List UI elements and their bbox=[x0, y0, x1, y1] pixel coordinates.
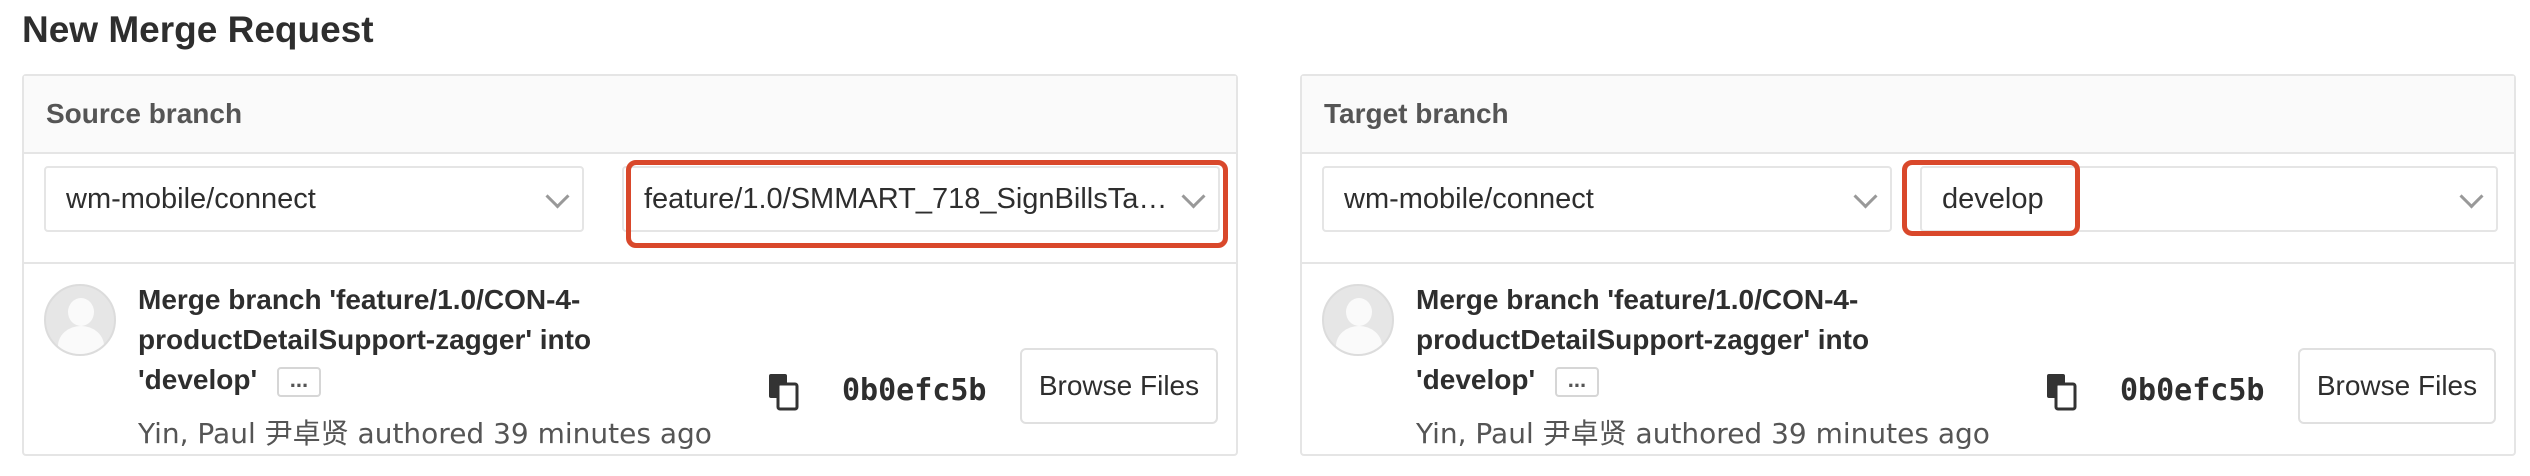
target-branch-label: Target branch bbox=[1324, 98, 1509, 129]
target-branch-select[interactable]: develop bbox=[1920, 166, 2498, 232]
expand-commit-button[interactable]: ... bbox=[276, 366, 321, 397]
commit-title-line: productDetailSupport-zagger' into bbox=[1416, 324, 1870, 355]
expand-commit-button[interactable]: ... bbox=[1554, 366, 1599, 397]
commit-author-meta: Yin, Paul 尹卓贤 authored 39 minutes ago bbox=[138, 417, 712, 450]
chevron-down-icon bbox=[2459, 184, 2484, 209]
browse-files-button[interactable]: Browse Files bbox=[1020, 348, 1218, 424]
target-branch-value: develop bbox=[1942, 182, 2044, 215]
page-title: New Merge Request bbox=[22, 9, 374, 50]
source-branch-label: Source branch bbox=[46, 98, 243, 129]
target-project-select[interactable]: wm-mobile/connect bbox=[1322, 166, 1892, 232]
source-branch-header: Source branch bbox=[24, 76, 1236, 154]
commit-title: Merge branch 'feature/1.0/CON-4- product… bbox=[1416, 280, 1886, 400]
target-project-value: wm-mobile/connect bbox=[1344, 182, 1594, 215]
copy-icon[interactable] bbox=[2044, 372, 2078, 412]
source-branch-select[interactable]: feature/1.0/SMMART_718_SignBillsTab… bbox=[622, 166, 1220, 232]
avatar bbox=[1322, 284, 1394, 356]
target-branch-panel: Target branch wm-mobile/connect develop … bbox=[1300, 74, 2516, 456]
source-commit: Merge branch 'feature/1.0/CON-4- product… bbox=[24, 264, 1236, 454]
source-project-select[interactable]: wm-mobile/connect bbox=[44, 166, 584, 232]
source-branch-value: feature/1.0/SMMART_718_SignBillsTab… bbox=[644, 182, 1168, 215]
target-commit: Merge branch 'feature/1.0/CON-4- product… bbox=[1302, 264, 2514, 454]
chevron-down-icon bbox=[1853, 184, 1878, 209]
commit-title: Merge branch 'feature/1.0/CON-4- product… bbox=[138, 280, 608, 400]
browse-files-button[interactable]: Browse Files bbox=[2298, 348, 2496, 424]
avatar bbox=[44, 284, 116, 356]
commit-title-line: Merge branch 'feature/1.0/CON-4- bbox=[1416, 284, 1859, 315]
commit-sha: 0b0efc5b bbox=[2120, 373, 2265, 408]
commit-author-meta: Yin, Paul 尹卓贤 authored 39 minutes ago bbox=[1416, 417, 1990, 450]
commit-title-line: 'develop' bbox=[138, 364, 258, 395]
commit-title-line: Merge branch 'feature/1.0/CON-4- bbox=[138, 284, 581, 315]
source-project-value: wm-mobile/connect bbox=[66, 182, 316, 215]
chevron-down-icon bbox=[545, 184, 570, 209]
commit-title-line: productDetailSupport-zagger' into bbox=[138, 324, 592, 355]
copy-icon[interactable] bbox=[766, 372, 800, 412]
commit-sha: 0b0efc5b bbox=[842, 373, 987, 408]
target-branch-header: Target branch bbox=[1302, 76, 2514, 154]
commit-title-line: 'develop' bbox=[1416, 364, 1536, 395]
source-branch-panel: Source branch wm-mobile/connect feature/… bbox=[22, 74, 1238, 456]
chevron-down-icon bbox=[1181, 184, 1206, 209]
